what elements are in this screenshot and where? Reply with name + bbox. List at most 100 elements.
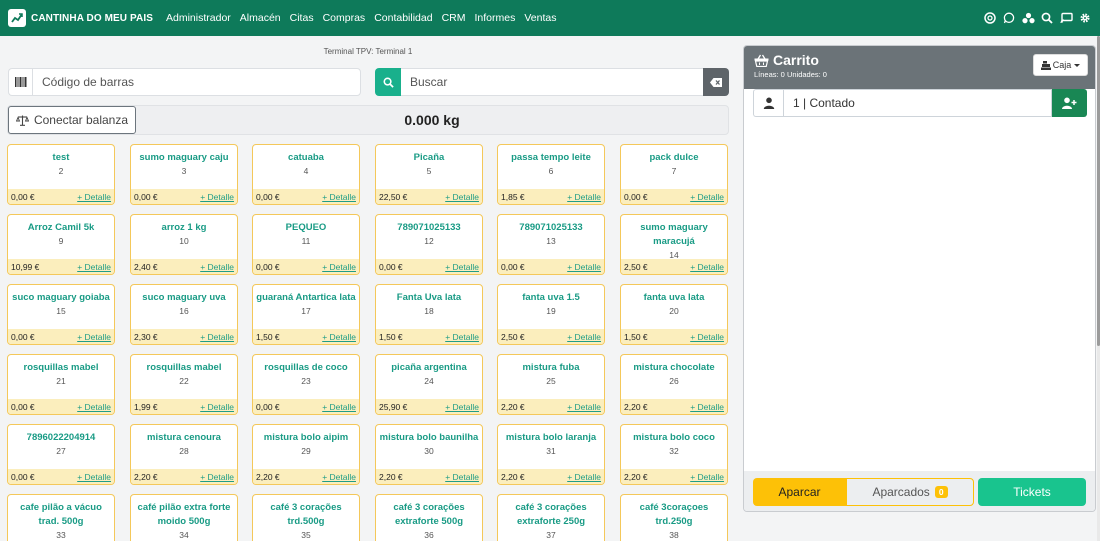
product-detail-link[interactable]: + Detalle — [445, 192, 479, 202]
product-detail-link[interactable]: + Detalle — [567, 332, 601, 342]
product-name: mistura chocolate — [633, 362, 715, 373]
product-detail-link[interactable]: + Detalle — [690, 332, 724, 342]
product-detail-link[interactable]: + Detalle — [567, 402, 601, 412]
product-card[interactable]: rosquillas mabel 22 1,99 € + Detalle — [130, 354, 238, 415]
product-detail-link[interactable]: + Detalle — [200, 402, 234, 412]
product-name: café 3 corações extraforte 250g — [515, 502, 587, 527]
product-detail-link[interactable]: + Detalle — [690, 262, 724, 272]
product-card[interactable]: café pilão extra forte moido 500g 34 — [130, 494, 238, 541]
product-footer: 0,00 € + Detalle — [131, 189, 237, 204]
product-card[interactable]: suco maguary goiaba 15 0,00 € + Detalle — [7, 284, 115, 345]
product-detail-link[interactable]: + Detalle — [77, 332, 111, 342]
product-detail-link[interactable]: + Detalle — [200, 192, 234, 202]
product-card[interactable]: mistura chocolate 26 2,20 € + Detalle — [620, 354, 728, 415]
product-card[interactable]: mistura fuba 25 2,20 € + Detalle — [497, 354, 605, 415]
nav-item[interactable]: Citas — [290, 12, 314, 24]
barcode-input[interactable] — [32, 68, 361, 96]
product-card[interactable]: rosquillas mabel 21 0,00 € + Detalle — [7, 354, 115, 415]
product-card[interactable]: 7896022204914 27 0,00 € + Detalle — [7, 424, 115, 485]
product-detail-link[interactable]: + Detalle — [322, 192, 356, 202]
brand[interactable]: CANTINHA DO MEU PAIS — [8, 9, 153, 27]
product-card[interactable]: Arroz Camil 5k 9 10,99 € + Detalle — [7, 214, 115, 275]
product-detail-link[interactable]: + Detalle — [445, 472, 479, 482]
aparcados-button[interactable]: Aparcados 0 — [846, 478, 974, 506]
product-card[interactable]: mistura bolo laranja 31 2,20 € + Detalle — [497, 424, 605, 485]
product-card[interactable]: fanta uva 1.5 19 2,50 € + Detalle — [497, 284, 605, 345]
connect-scale-button[interactable]: Conectar balanza — [8, 106, 136, 134]
tickets-button[interactable]: Tickets — [978, 478, 1086, 506]
product-card[interactable]: Fanta Uva lata 18 1,50 € + Detalle — [375, 284, 483, 345]
nav-item[interactable]: Almacén — [240, 12, 281, 24]
product-card[interactable]: picaña argentina 24 25,90 € + Detalle — [375, 354, 483, 415]
product-detail-link[interactable]: + Detalle — [567, 262, 601, 272]
product-card[interactable]: mistura bolo coco 32 2,20 € + Detalle — [620, 424, 728, 485]
nav-item[interactable]: Informes — [475, 12, 516, 24]
product-detail-link[interactable]: + Detalle — [77, 262, 111, 272]
caja-dropdown[interactable]: Caja — [1033, 54, 1088, 76]
product-card[interactable]: mistura bolo aipim 29 2,20 € + Detalle — [252, 424, 360, 485]
product-card[interactable]: suco maguary uva 16 2,30 € + Detalle — [130, 284, 238, 345]
product-detail-link[interactable]: + Detalle — [567, 472, 601, 482]
product-detail-link[interactable]: + Detalle — [322, 402, 356, 412]
product-card[interactable]: guaraná Antartica lata 17 1,50 € + Detalle — [252, 284, 360, 345]
product-card[interactable]: mistura cenoura 28 2,20 € + Detalle — [130, 424, 238, 485]
product-footer: 2,30 € + Detalle — [131, 329, 237, 344]
product-detail-link[interactable]: + Detalle — [322, 262, 356, 272]
search-button[interactable] — [375, 68, 401, 96]
product-detail-link[interactable]: + Detalle — [322, 472, 356, 482]
product-detail-link[interactable]: + Detalle — [77, 192, 111, 202]
support-icon[interactable] — [983, 11, 997, 25]
product-card[interactable]: passa tempo leite 6 1,85 € + Detalle — [497, 144, 605, 205]
product-detail-link[interactable]: + Detalle — [445, 262, 479, 272]
product-detail-link[interactable]: + Detalle — [567, 192, 601, 202]
product-detail-link[interactable]: + Detalle — [322, 332, 356, 342]
product-card[interactable]: mistura bolo baunilha 30 2,20 € + Detalle — [375, 424, 483, 485]
clear-search-button[interactable] — [703, 68, 729, 96]
product-card[interactable]: 789071025133 12 0,00 € + Detalle — [375, 214, 483, 275]
add-customer-button[interactable] — [1052, 89, 1087, 117]
product-ref: 3 — [181, 166, 187, 176]
product-ref: 30 — [424, 446, 434, 456]
product-card[interactable]: café 3 corações extraforte 500g 36 — [375, 494, 483, 541]
cast-icon[interactable] — [1059, 11, 1073, 25]
product-card[interactable]: test 2 0,00 € + Detalle — [7, 144, 115, 205]
gear-icon[interactable] — [1078, 11, 1092, 25]
product-card[interactable]: PEQUEO 11 0,00 € + Detalle — [252, 214, 360, 275]
search-icon[interactable] — [1040, 11, 1054, 25]
product-card[interactable]: café 3 corações extraforte 250g 37 — [497, 494, 605, 541]
nav-item[interactable]: Compras — [323, 12, 366, 24]
product-detail-link[interactable]: + Detalle — [77, 402, 111, 412]
product-card[interactable]: sumo maguary caju 3 0,00 € + Detalle — [130, 144, 238, 205]
product-detail-link[interactable]: + Detalle — [200, 332, 234, 342]
product-detail-link[interactable]: + Detalle — [200, 262, 234, 272]
nav-item[interactable]: CRM — [442, 12, 466, 24]
nav-item[interactable]: Contabilidad — [374, 12, 432, 24]
product-card[interactable]: café 3 corações trd.500g 35 — [252, 494, 360, 541]
product-card[interactable]: rosquillas de coco 23 0,00 € + Detalle — [252, 354, 360, 415]
product-detail-link[interactable]: + Detalle — [690, 192, 724, 202]
product-card[interactable]: sumo maguary maracujá 14 2,50 € + Detalle — [620, 214, 728, 275]
search-input[interactable] — [401, 68, 703, 96]
product-card[interactable]: café 3coraçoes trd.250g 38 — [620, 494, 728, 541]
product-detail-link[interactable]: + Detalle — [200, 472, 234, 482]
aparcar-button[interactable]: Aparcar — [753, 478, 846, 506]
product-card[interactable]: cafe pilão a vácuo trad. 500g 33 — [7, 494, 115, 541]
product-detail-link[interactable]: + Detalle — [445, 402, 479, 412]
product-card[interactable]: fanta uva lata 20 1,50 € + Detalle — [620, 284, 728, 345]
product-detail-link[interactable]: + Detalle — [77, 472, 111, 482]
product-footer: 10,99 € + Detalle — [8, 259, 114, 274]
share-icon[interactable] — [1021, 11, 1035, 25]
whatsapp-icon[interactable] — [1002, 11, 1016, 25]
product-detail-link[interactable]: + Detalle — [445, 332, 479, 342]
product-card[interactable]: arroz 1 kg 10 2,40 € + Detalle — [130, 214, 238, 275]
customer-input[interactable] — [783, 89, 1052, 117]
brand-name: CANTINHA DO MEU PAIS — [31, 12, 153, 24]
product-card[interactable]: catuaba 4 0,00 € + Detalle — [252, 144, 360, 205]
nav-item[interactable]: Administrador — [166, 12, 231, 24]
nav-item[interactable]: Ventas — [524, 12, 556, 24]
product-detail-link[interactable]: + Detalle — [690, 402, 724, 412]
product-card[interactable]: Picaña 5 22,50 € + Detalle — [375, 144, 483, 205]
product-card[interactable]: pack dulce 7 0,00 € + Detalle — [620, 144, 728, 205]
product-detail-link[interactable]: + Detalle — [690, 472, 724, 482]
product-card[interactable]: 789071025133 13 0,00 € + Detalle — [497, 214, 605, 275]
